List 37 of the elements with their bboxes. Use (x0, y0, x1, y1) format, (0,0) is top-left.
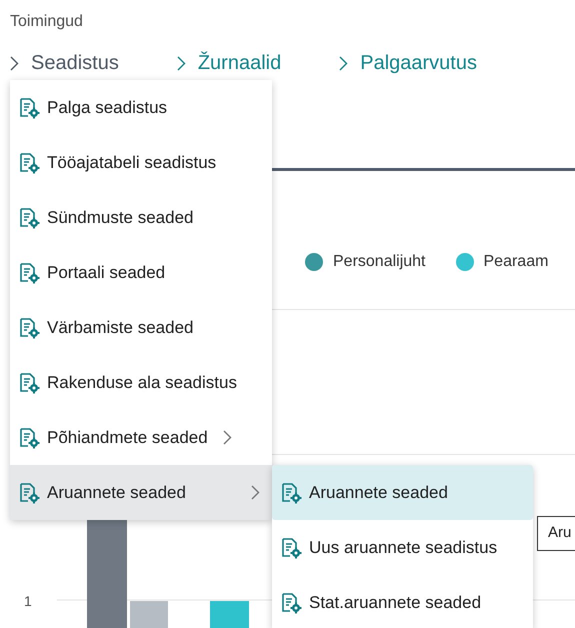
action-menu-button[interactable]: Žurnaalid (176, 48, 282, 78)
tooltip: Aru (537, 516, 575, 550)
gear-document-icon (280, 536, 302, 558)
chevron-right-icon (251, 485, 260, 500)
menu-item[interactable]: Põhiandmete seaded (10, 410, 272, 465)
menu-item[interactable]: Värbamiste seaded (10, 300, 272, 355)
submenu-item[interactable]: Uus aruannete seadistus (272, 520, 533, 575)
gear-document-icon (18, 482, 40, 504)
legend-label: Personalijuht (333, 252, 426, 272)
legend-label: Pearaam (484, 252, 548, 272)
menu-item[interactable]: Palga seadistus (10, 80, 272, 135)
action-menu-button[interactable]: Palgaarvutus (339, 48, 477, 78)
gear-document-icon (280, 592, 302, 614)
gear-document-icon (18, 372, 40, 394)
chevron-right-icon (222, 430, 232, 445)
section-title: Toimingud (10, 12, 84, 32)
chevron-right-icon (10, 56, 19, 70)
chevron-right-icon (339, 56, 348, 70)
submenu-item[interactable]: Aruannete seaded (272, 465, 533, 520)
gear-document-icon (280, 482, 302, 504)
menu-item[interactable]: Aruannete seaded (10, 465, 272, 520)
axis-tick-label: 1 (24, 592, 32, 611)
chevron-right-icon (176, 56, 186, 70)
menu-item[interactable]: Tööajatabeli seadistus (10, 135, 272, 190)
gear-document-icon (18, 206, 40, 228)
gear-document-icon (18, 426, 40, 448)
gear-document-icon (18, 262, 40, 284)
menu-item[interactable]: Sündmuste seaded (10, 190, 272, 245)
submenu-item[interactable]: Stat.aruannete seaded (272, 575, 533, 628)
menu-item[interactable]: Rakenduse ala seadistus (10, 355, 272, 410)
gear-document-icon (18, 152, 40, 174)
menu-item[interactable]: Portaali seaded (10, 245, 272, 300)
action-menu-button[interactable]: Seadistus (10, 48, 119, 78)
gear-document-icon (18, 316, 40, 338)
chart-bar (130, 601, 168, 628)
gear-document-icon (18, 96, 40, 118)
chart-bar (210, 601, 249, 628)
